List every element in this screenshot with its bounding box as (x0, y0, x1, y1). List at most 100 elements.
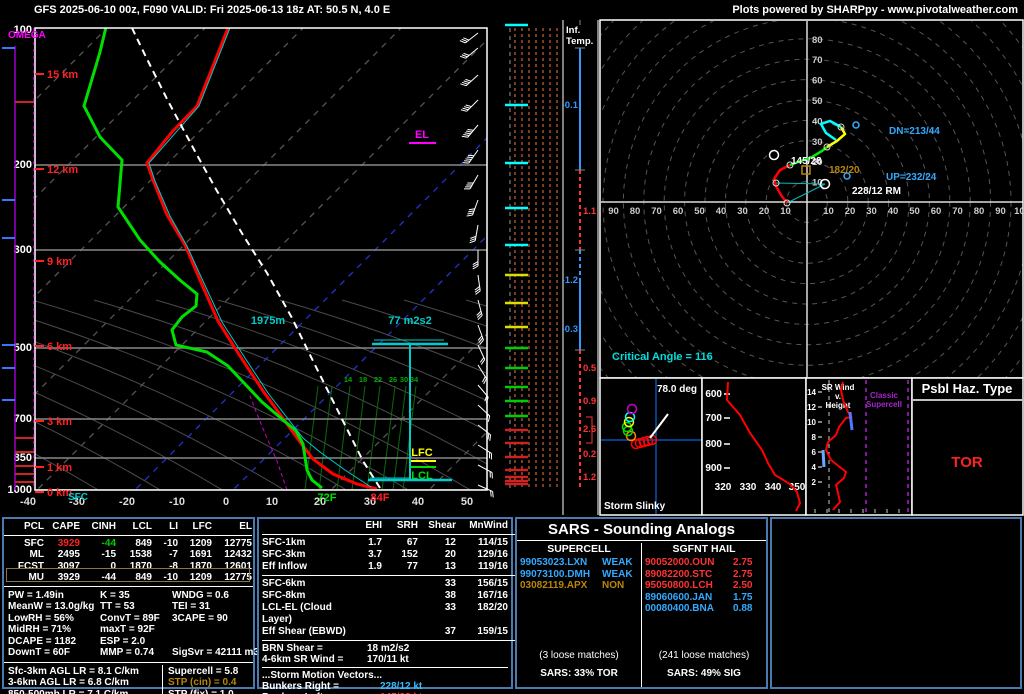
inflow-height-label: 1975m (251, 315, 285, 327)
mixing-ratio-label: 22 (374, 375, 382, 384)
lapse-rate-value: 3-6km AGL LR = 6.8 C/km (8, 677, 129, 688)
parcel-cell: -44 (101, 537, 116, 549)
thermo-value: 3CAPE = 90 (172, 612, 228, 624)
pressure-label: 700 (14, 413, 32, 425)
srwind-ylabel: 2 (812, 478, 817, 487)
km-label: 12 km (47, 164, 78, 176)
sars-match-id: 00080400.BNA (645, 603, 714, 614)
thermo-row: MidRH = 71% maxT = 92F (8, 624, 249, 636)
hodo-axis-label: 50 (812, 96, 823, 107)
hodo-trace-0-3km (772, 163, 791, 204)
thetae-ylabel: 700 (705, 413, 722, 424)
parcel-cell: MU (28, 572, 44, 583)
kinem-cell: 156/15 (477, 578, 508, 589)
temp-axis-label: 40 (412, 496, 424, 508)
sars-match-value: 0.88 (733, 603, 753, 614)
omega-label: OMEGA (8, 30, 46, 41)
kinem-cell: Eff Shear (EBWD) (262, 626, 346, 637)
kinem-cell: 1.9 (368, 561, 382, 572)
kinem-cell: 13 (444, 561, 456, 572)
km-label: 3 km (47, 416, 72, 428)
sars-match-row: 89082200.STC 2.75 (645, 569, 763, 581)
parcel-cell: 849 (135, 572, 152, 583)
sars-supercell-header: SUPERCELL (547, 543, 611, 555)
parcel-cell: SFC (24, 537, 44, 549)
parcel-cell: 12775 (224, 537, 252, 549)
kinem-cell (382, 578, 418, 590)
kinem-value: 170/11 kt (367, 654, 409, 665)
mixing-ratio-line (392, 385, 407, 490)
parcel-cell: -10 (163, 572, 178, 583)
parcel-cell: 1870 (189, 560, 212, 572)
parcel-cell: FCST (17, 560, 44, 572)
kinem-value: 18 m2/s2 (367, 643, 410, 654)
parcel-cell: 12601 (224, 560, 252, 572)
hodo-axis-label: 50 (909, 206, 920, 217)
kinem-cell: LCL-EL (Cloud Layer) (262, 602, 332, 625)
kinem-cell: SFC-1km (262, 537, 306, 548)
mixing-ratio-line (336, 385, 351, 490)
psbl-haz-value: TOR (951, 454, 983, 471)
hodo-axis-label: 30 (737, 206, 748, 217)
kinem-cell: 12 (444, 537, 456, 548)
kinem-col-header: SRH (396, 520, 418, 531)
mixing-ratio-label: 14 (344, 375, 353, 384)
mixing-ratio-label: 26 (389, 375, 397, 384)
kinem-col-header (262, 520, 350, 532)
composite-index: Supercell = 5.8 (168, 665, 239, 677)
hodo-marker-label: DN=213/44 (889, 126, 940, 137)
parcel-cell: 3097 (57, 560, 80, 572)
parcel-cell: 12775 (224, 572, 252, 583)
thetae-ylabel: 800 (705, 439, 722, 450)
sars-tor-prob: SARS: 33% TOR (540, 668, 618, 679)
thermo-row: LowRH = 56% ConvT = 89F 3CAPE = 90 (8, 613, 249, 625)
parcel-cell: 1209 (189, 537, 212, 549)
sars-match-id: 99053023.LXN (520, 557, 588, 568)
kinematics-panel: EHISRHShearMnWindSRWSFC-1km1.76712114/15… (257, 517, 554, 694)
srwind-band (821, 449, 826, 468)
parcel-cell: 3929 (57, 572, 80, 583)
srwind-ylabel: 8 (812, 433, 817, 442)
slinky-title: Storm Slinky (604, 501, 666, 512)
divider (162, 664, 163, 694)
hodo-axis-label: 60 (931, 206, 942, 217)
kinem-cell: 129/16 (477, 549, 508, 560)
thermo-value: MidRH = 71% (8, 624, 72, 635)
sars-supercell-column: SUPERCELL 99053023.LXN WEAK 99073100.DMH WE… (517, 543, 641, 687)
sars-match-row: 03082119.APX NON (520, 580, 638, 592)
kinem-cell: 1.7 (368, 537, 382, 548)
srwind-ylabel: 6 (812, 448, 817, 457)
km-label: 9 km (47, 256, 72, 268)
parcel-cell: -10 (163, 537, 178, 549)
mixing-ratio-line (381, 385, 396, 490)
pressure-label: 1000 (8, 484, 32, 496)
hodo-axis-label: 90 (995, 206, 1006, 217)
srwind-band (848, 411, 854, 431)
adv-value: 0.2 (583, 449, 596, 460)
sars-match-row: 99053023.LXN WEAK (520, 557, 638, 569)
km-label: 1 km (47, 462, 72, 474)
thermo-indices: PW = 1.49in K = 35 WNDG = 0.6 MeanW = 13.0g… (4, 589, 273, 660)
adv-value: 2.6 (583, 424, 596, 435)
thermo-row: MeanW = 13.0g/kg TT = 53 TEI = 31 (8, 601, 249, 613)
thermo-value: WNDG = 0.6 (172, 589, 229, 601)
srwind-ylabel: 10 (807, 418, 816, 427)
hodo-axis-label: 20 (759, 206, 770, 217)
sars-match-row: 99073100.DMH WEAK (520, 569, 638, 581)
lapse-composite-block: Sfc-3km AGL LR = 8.1 C/km 3-6km AGL LR = … (4, 664, 253, 694)
hodo-marker-label: 228/12 RM (852, 186, 901, 197)
thermo-row: DownT = 60F MMP = 0.74 SigSvr = 42111 m3/s… (8, 647, 273, 659)
pressure-label: 300 (14, 244, 32, 256)
kinem-cell: 67 (406, 537, 418, 548)
skewt-profiles (82, 28, 381, 490)
kinem-cell: 167/16 (477, 590, 508, 601)
inflow-srh-label: 77 m2s2 (388, 315, 431, 327)
kinem-cell: 119/16 (477, 561, 508, 572)
sars-match-row: 00080400.BNA 0.88 (645, 603, 763, 615)
parcel-cell: 2495 (57, 549, 80, 560)
classic-supercell-label: Supercell (866, 400, 902, 409)
psbl-frame (911, 377, 1024, 516)
sars-hail-matches: (241 loose matches) (658, 650, 750, 661)
thermo-value: DCAPE = 1182 (8, 635, 77, 647)
thermo-row: DCAPE = 1182 ESP = 2.0 (8, 636, 249, 648)
